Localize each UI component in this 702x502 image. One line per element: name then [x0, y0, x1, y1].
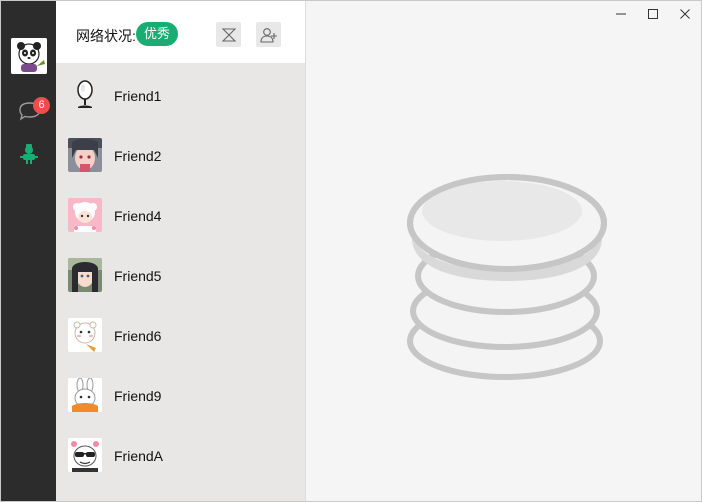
white-rabbit-avatar — [68, 378, 102, 412]
anime-girl-dark-hair-avatar — [68, 258, 102, 292]
app-window: 6 网络状况: 优秀 Friend1 Friend2 Friend4 Frien… — [0, 0, 702, 502]
maximize-icon — [648, 9, 658, 19]
friend-name: Friend5 — [114, 268, 162, 284]
unread-badge: 6 — [33, 97, 50, 114]
nav-rail: 6 — [1, 1, 56, 501]
friend-item[interactable]: FriendA — [56, 423, 305, 483]
sunglasses-character-avatar — [68, 438, 102, 472]
minimize-icon — [616, 13, 626, 15]
hourglass-button[interactable] — [216, 22, 241, 47]
friend-item[interactable]: Friend5 — [56, 243, 305, 303]
friend-list: Friend1 Friend2 Friend4 Friend5 Friend6 … — [56, 63, 305, 483]
panel-header: 网络状况: 优秀 — [56, 1, 305, 63]
friend-item[interactable]: Friend6 — [56, 303, 305, 363]
contacts-icon[interactable] — [18, 143, 40, 165]
white-bear-avatar — [68, 318, 102, 352]
friend-item[interactable]: Friend1 — [56, 63, 305, 123]
friend-name: Friend6 — [114, 328, 162, 344]
friend-name: FriendA — [114, 448, 164, 464]
mirror-icon — [68, 78, 102, 112]
empty-state-coin-stack-icon — [402, 151, 612, 391]
close-button[interactable] — [676, 5, 694, 23]
add-friend-button[interactable] — [256, 22, 281, 47]
chat-area — [306, 1, 701, 501]
user-avatar[interactable] — [11, 38, 47, 74]
friend-name: Friend1 — [114, 88, 162, 104]
friend-item[interactable]: Friend4 — [56, 183, 305, 243]
maximize-button[interactable] — [644, 5, 662, 23]
anime-girl-avatar — [68, 138, 102, 172]
friend-name: Friend4 — [114, 208, 162, 224]
pink-sheep-avatar — [68, 198, 102, 232]
friend-item[interactable]: Friend9 — [56, 363, 305, 423]
minimize-button[interactable] — [612, 5, 630, 23]
friend-name: Friend9 — [114, 388, 162, 404]
friend-panel: 网络状况: 优秀 Friend1 Friend2 Friend4 Friend5… — [56, 1, 305, 501]
close-icon — [680, 9, 690, 19]
add-user-icon — [259, 27, 277, 43]
hourglass-icon — [221, 27, 236, 42]
network-status-label: 网络状况: — [76, 28, 136, 44]
friend-name: Friend2 — [114, 148, 162, 164]
friend-item[interactable]: Friend2 — [56, 123, 305, 183]
network-status-badge: 优秀 — [136, 22, 179, 46]
